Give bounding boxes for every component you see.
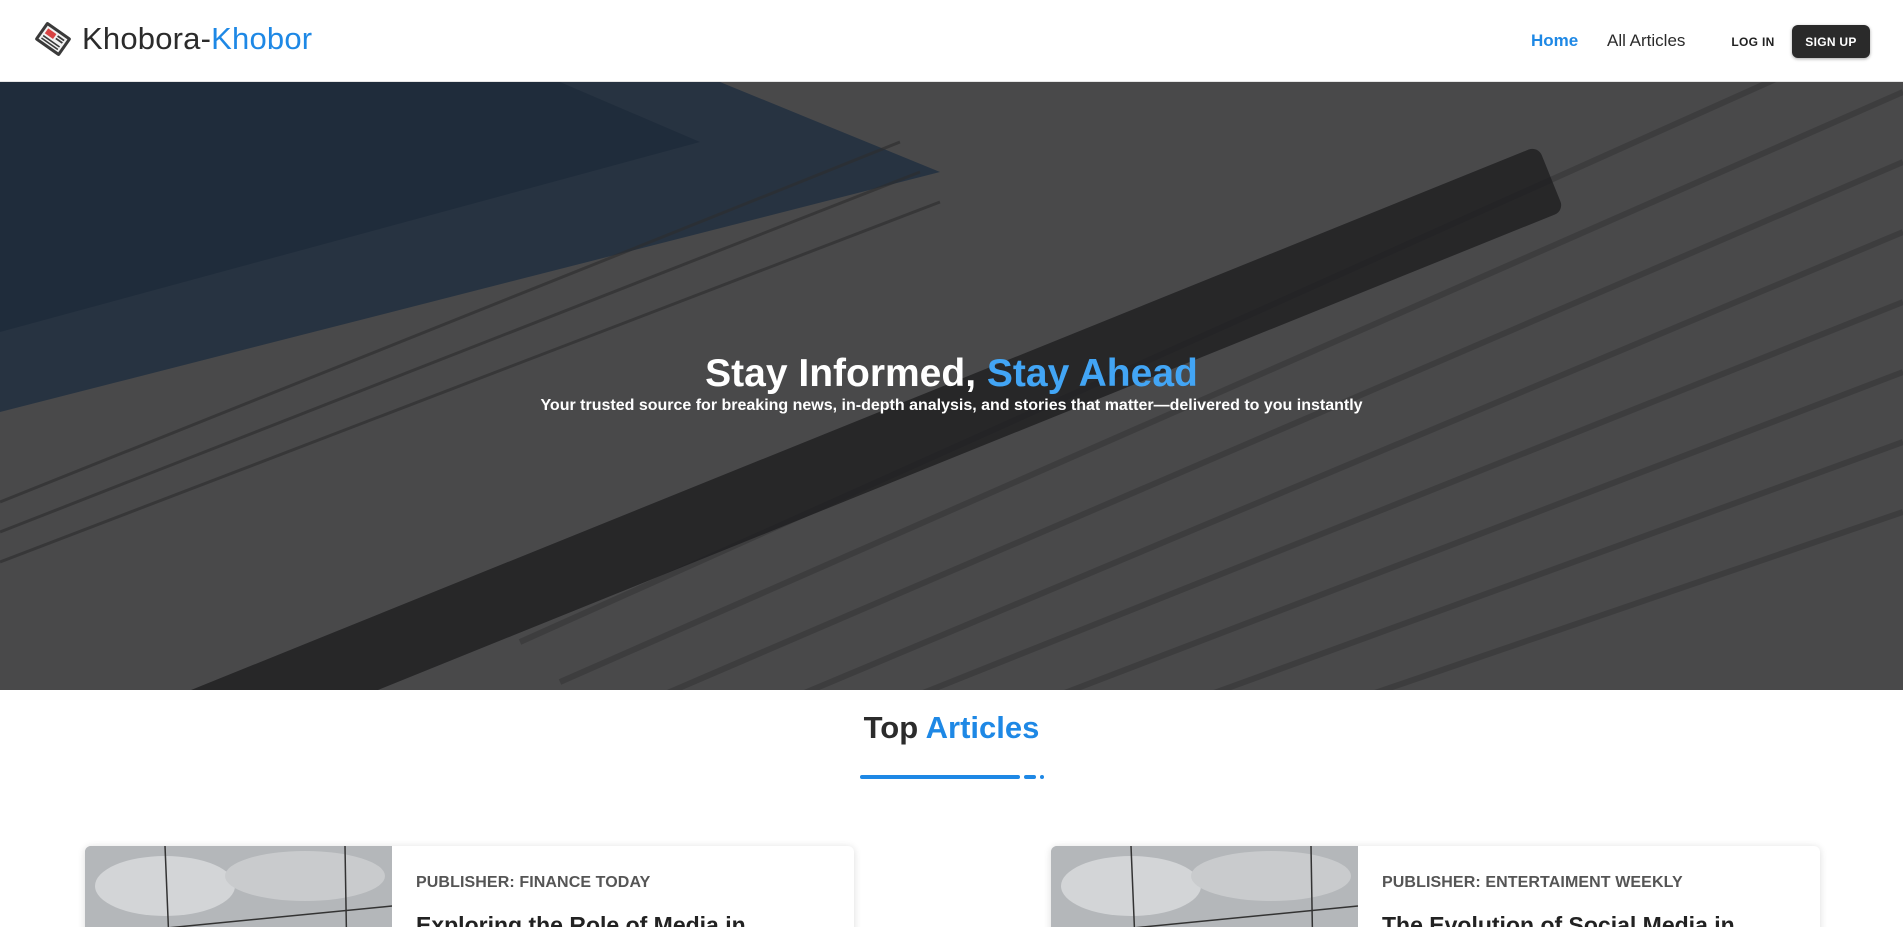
article-card[interactable]: PUBLISHER: FINANCE TODAY Exploring the R… — [85, 846, 854, 927]
brand-logo-link[interactable]: Khobora-Khobor — [32, 18, 312, 60]
hero-title: Stay Informed, Stay Ahead — [705, 352, 1198, 395]
newspaper-icon — [35, 22, 71, 56]
section-underline — [860, 775, 1020, 779]
section-underline-dot — [1040, 775, 1044, 779]
article-image — [85, 846, 392, 927]
login-button[interactable]: LOG IN — [1718, 25, 1788, 58]
signup-button[interactable]: SIGN UP — [1792, 25, 1870, 58]
section-underline-dash — [1024, 775, 1036, 779]
brand-name: Khobora-Khobor — [82, 21, 313, 56]
hero-banner: Stay Informed, Stay Ahead Your trusted s… — [0, 82, 1903, 690]
nav-all-articles-link[interactable]: All Articles — [1607, 31, 1685, 51]
article-card[interactable]: PUBLISHER: ENTERTAIMENT WEEKLY The Evolu… — [1051, 846, 1820, 927]
nav-home-link[interactable]: Home — [1531, 31, 1578, 51]
navbar: Khobora-Khobor Home All Articles LOG IN … — [0, 0, 1903, 82]
hero-subtitle: Your trusted source for breaking news, i… — [540, 397, 1363, 414]
article-image — [1051, 846, 1358, 927]
article-title[interactable]: Exploring the Role of Media in — [416, 912, 746, 927]
article-publisher: PUBLISHER: FINANCE TODAY — [416, 874, 651, 891]
article-title[interactable]: The Evolution of Social Media in — [1382, 912, 1735, 927]
article-publisher: PUBLISHER: ENTERTAIMENT WEEKLY — [1382, 874, 1683, 891]
section-title: Top Articles — [863, 710, 1040, 745]
